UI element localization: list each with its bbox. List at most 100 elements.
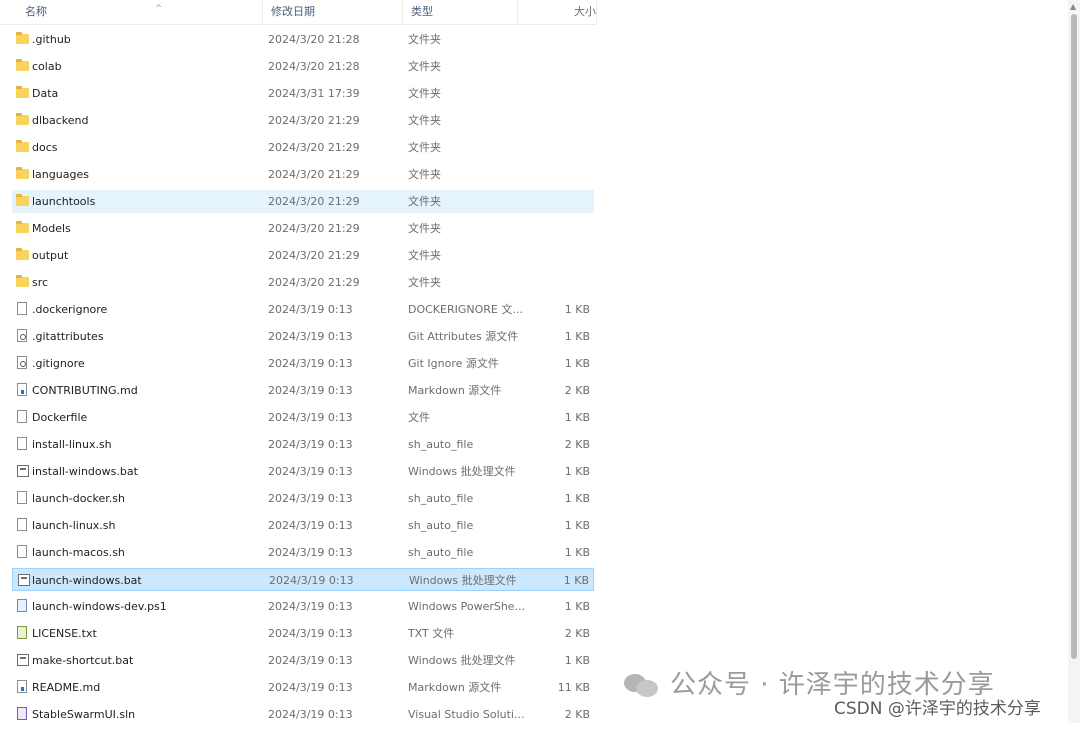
file-row[interactable]: launchtools 2024/3/20 21:29 文件夹 <box>12 190 594 213</box>
file-type: 文件夹 <box>408 87 441 100</box>
file-type: 文件夹 <box>408 114 441 127</box>
file-type: Git Attributes 源文件 <box>408 330 519 343</box>
file-date: 2024/3/19 0:13 <box>269 574 354 587</box>
scroll-up-arrow-icon[interactable]: ▲ <box>1070 2 1076 11</box>
file-name: launchtools <box>32 195 96 208</box>
file-row[interactable]: README.md 2024/3/19 0:13 Markdown 源文件 11 KB <box>12 676 594 699</box>
file-size: 11 KB <box>557 681 590 694</box>
file-row[interactable]: install-linux.sh 2024/3/19 0:13 sh_auto_fi… <box>12 433 594 456</box>
column-header-type[interactable]: 类型 <box>403 0 518 24</box>
column-header-date[interactable]: 修改日期 <box>263 0 403 24</box>
file-size: 1 KB <box>564 411 590 424</box>
file-row[interactable]: dlbackend 2024/3/20 21:29 文件夹 <box>12 109 594 132</box>
file-row[interactable]: colab 2024/3/20 21:28 文件夹 <box>12 55 594 78</box>
file-name: output <box>32 249 69 262</box>
file-row[interactable]: .gitattributes 2024/3/19 0:13 Git Attribut… <box>12 325 594 348</box>
file-name: src <box>32 276 49 289</box>
file-size: 2 KB <box>564 384 590 397</box>
gear-file-icon <box>16 325 32 348</box>
folder-icon <box>16 136 32 159</box>
file-type: 文件夹 <box>408 60 441 73</box>
file-row[interactable]: docs 2024/3/20 21:29 文件夹 <box>12 136 594 159</box>
text-file-icon <box>16 622 32 645</box>
folder-icon <box>16 190 32 213</box>
file-date: 2024/3/20 21:29 <box>268 168 360 181</box>
file-icon <box>16 298 32 321</box>
file-size: 2 KB <box>564 627 590 640</box>
file-name: launch-macos.sh <box>32 546 125 559</box>
file-row[interactable]: src 2024/3/20 21:29 文件夹 <box>12 271 594 294</box>
file-date: 2024/3/20 21:29 <box>268 276 360 289</box>
column-header-name[interactable]: 名称 ^ <box>17 0 263 24</box>
file-size: 2 KB <box>564 438 590 451</box>
column-header-size[interactable]: 大小 <box>518 0 597 24</box>
file-name: colab <box>32 60 62 73</box>
file-name: .github <box>32 33 71 46</box>
file-name: launch-docker.sh <box>32 492 125 505</box>
file-size: 1 KB <box>564 519 590 532</box>
file-row[interactable]: Data 2024/3/31 17:39 文件夹 <box>12 82 594 105</box>
file-date: 2024/3/20 21:28 <box>268 33 360 46</box>
file-name: .gitattributes <box>32 330 104 343</box>
file-icon <box>16 487 32 510</box>
file-date: 2024/3/20 21:29 <box>268 114 360 127</box>
column-header-type-label: 类型 <box>411 5 433 18</box>
file-size: 1 KB <box>564 465 590 478</box>
file-row[interactable]: languages 2024/3/20 21:29 文件夹 <box>12 163 594 186</box>
file-name: CONTRIBUTING.md <box>32 384 138 397</box>
file-row[interactable]: launch-windows.bat 2024/3/19 0:13 Windows … <box>12 568 594 591</box>
file-row[interactable]: make-shortcut.bat 2024/3/19 0:13 Windows 批… <box>12 649 594 672</box>
file-row[interactable]: launch-macos.sh 2024/3/19 0:13 sh_auto_fil… <box>12 541 594 564</box>
file-name: LICENSE.txt <box>32 627 97 640</box>
file-row[interactable]: Dockerfile 2024/3/19 0:13 文件 1 KB <box>12 406 594 429</box>
file-date: 2024/3/20 21:29 <box>268 249 360 262</box>
file-type: 文件夹 <box>408 195 441 208</box>
file-row[interactable]: .github 2024/3/20 21:28 文件夹 <box>12 28 594 51</box>
vertical-scrollbar[interactable]: ▲ <box>1068 0 1080 723</box>
file-row[interactable]: .dockerignore 2024/3/19 0:13 DOCKERIGNORE … <box>12 298 594 321</box>
scrollbar-thumb[interactable] <box>1071 14 1077 659</box>
file-row[interactable]: Models 2024/3/20 21:29 文件夹 <box>12 217 594 240</box>
file-row[interactable]: launch-linux.sh 2024/3/19 0:13 sh_auto_fil… <box>12 514 594 537</box>
file-name: dlbackend <box>32 114 89 127</box>
folder-icon <box>16 217 32 240</box>
file-row[interactable]: launch-windows-dev.ps1 2024/3/19 0:13 Wind… <box>12 595 594 618</box>
file-date: 2024/3/19 0:13 <box>268 519 353 532</box>
file-name: install-windows.bat <box>32 465 138 478</box>
file-icon <box>16 406 32 429</box>
file-type: sh_auto_file <box>408 492 474 505</box>
file-name: Data <box>32 87 59 100</box>
sort-ascending-icon: ^ <box>155 4 163 14</box>
file-name: launch-linux.sh <box>32 519 116 532</box>
file-size: 1 KB <box>564 492 590 505</box>
file-date: 2024/3/20 21:29 <box>268 222 360 235</box>
folder-icon <box>16 109 32 132</box>
file-name: .gitignore <box>32 357 85 370</box>
file-icon <box>16 514 32 537</box>
file-date: 2024/3/19 0:13 <box>268 438 353 451</box>
file-list: .github 2024/3/20 21:28 文件夹 colab 2024/3/20 … <box>12 28 594 730</box>
folder-icon <box>16 28 32 51</box>
file-row[interactable]: LICENSE.txt 2024/3/19 0:13 TXT 文件 2 KB <box>12 622 594 645</box>
column-header-bar: 名称 ^ 修改日期 类型 大小 <box>0 0 597 25</box>
file-name: README.md <box>32 681 101 694</box>
csdn-watermark: CSDN @许泽宇的技术分享 <box>834 699 1041 719</box>
column-header-date-label: 修改日期 <box>271 5 315 18</box>
file-type: 文件夹 <box>408 222 441 235</box>
file-type: DOCKERIGNORE 文... <box>408 303 523 316</box>
file-row[interactable]: .gitignore 2024/3/19 0:13 Git Ignore 源文件 1 … <box>12 352 594 375</box>
markdown-file-icon <box>16 676 32 699</box>
column-header-name-label: 名称 <box>25 5 47 18</box>
gear-file-icon <box>16 352 32 375</box>
file-row[interactable]: launch-docker.sh 2024/3/19 0:13 sh_auto_fi… <box>12 487 594 510</box>
file-row[interactable]: CONTRIBUTING.md 2024/3/19 0:13 Markdown 源文… <box>12 379 594 402</box>
file-type: Windows PowerShe... <box>408 600 526 613</box>
file-row[interactable]: output 2024/3/20 21:29 文件夹 <box>12 244 594 267</box>
file-type: Windows 批处理文件 <box>408 465 516 478</box>
file-date: 2024/3/19 0:13 <box>268 303 353 316</box>
file-date: 2024/3/19 0:13 <box>268 411 353 424</box>
file-date: 2024/3/19 0:13 <box>268 465 353 478</box>
file-row[interactable]: install-windows.bat 2024/3/19 0:13 Windows… <box>12 460 594 483</box>
file-name: docs <box>32 141 58 154</box>
file-type: 文件夹 <box>408 249 441 262</box>
